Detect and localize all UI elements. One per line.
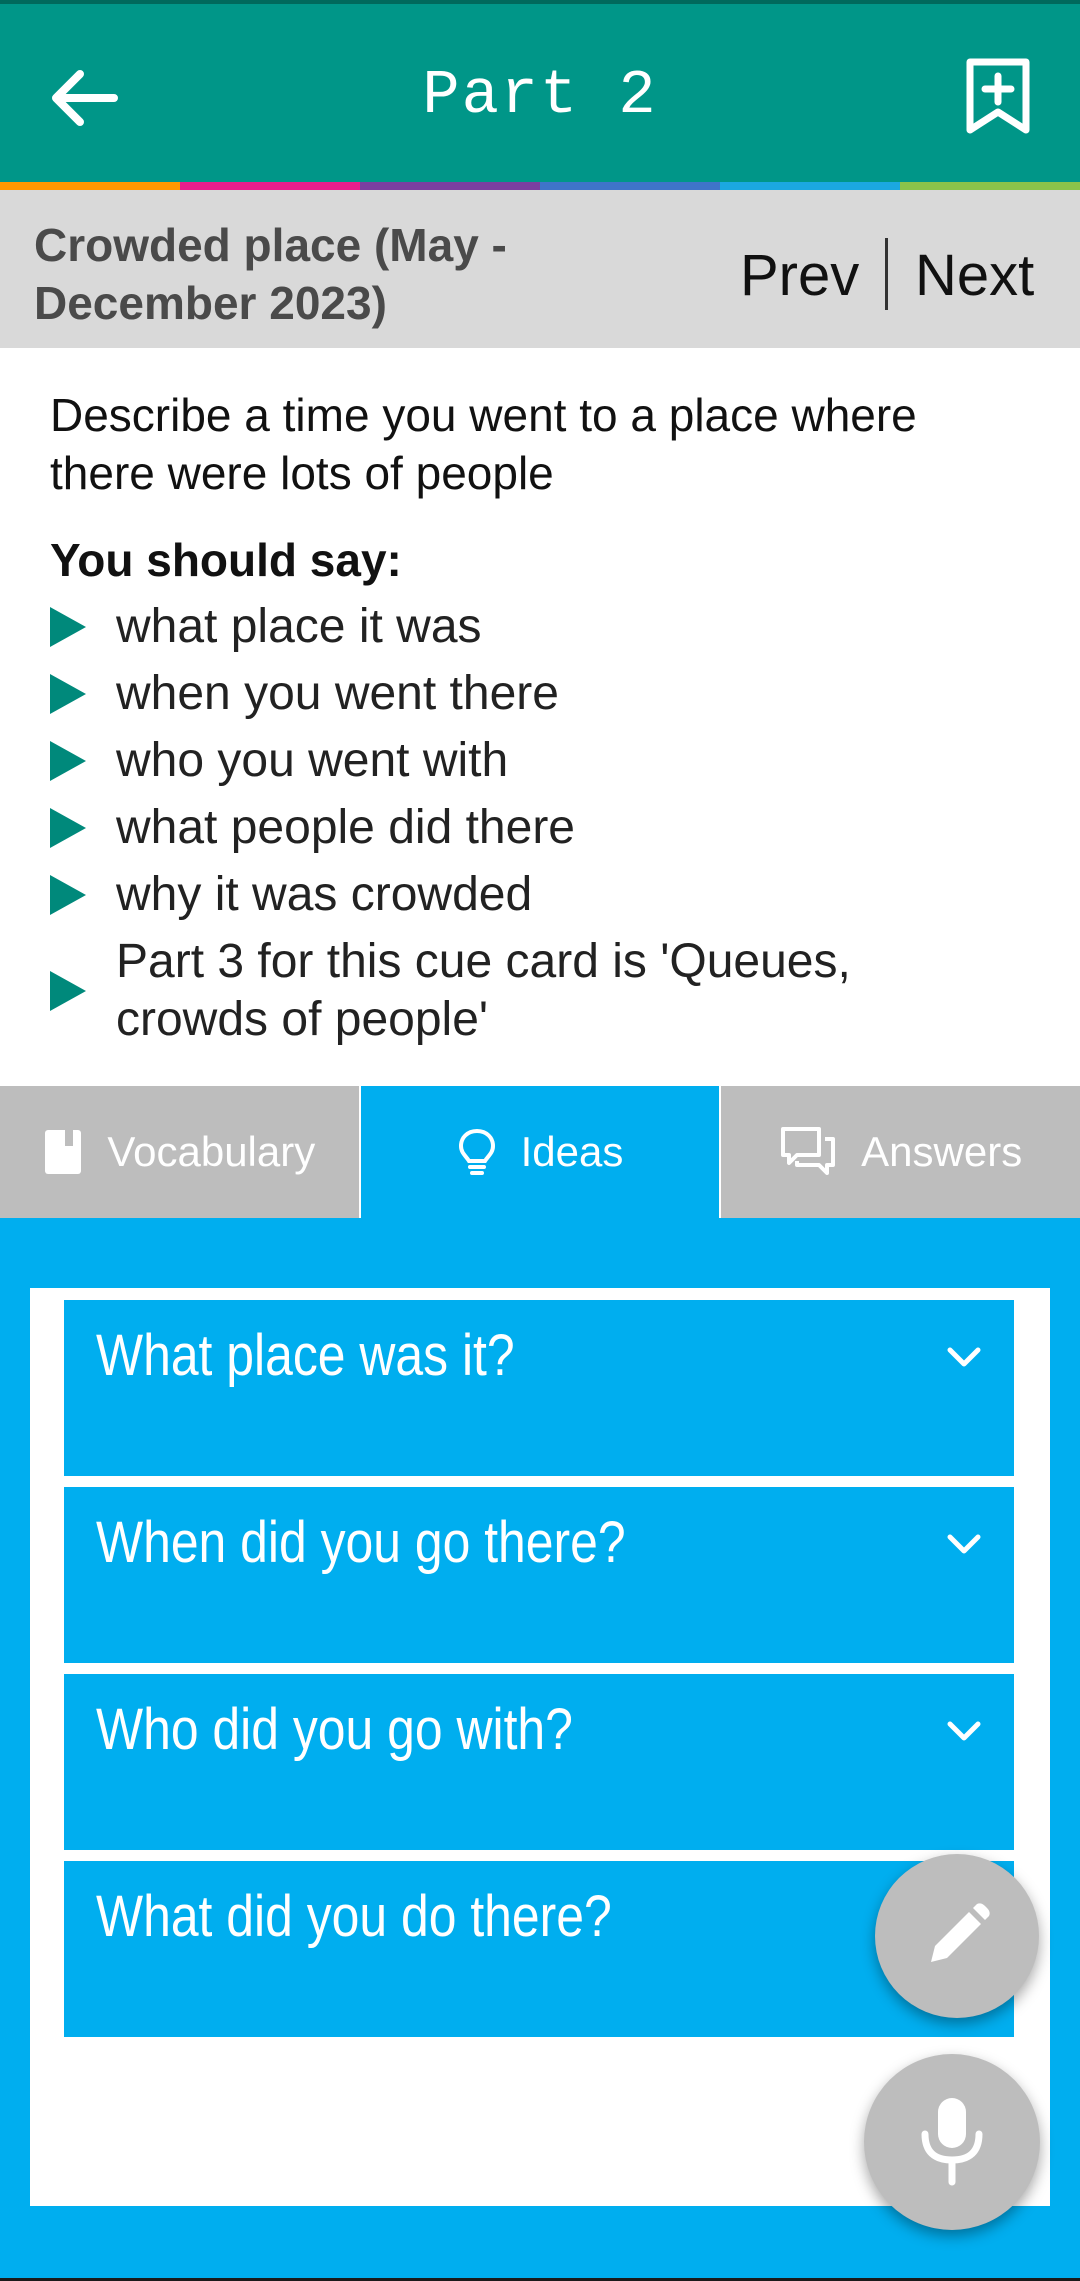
- accordion-question: What did you do there?: [96, 1884, 612, 1949]
- cue-card-prompt: Describe a time you went to a place wher…: [50, 389, 917, 499]
- color-stripe: [0, 182, 1080, 190]
- tab-ideas[interactable]: Ideas: [358, 1086, 720, 1218]
- accordion-item[interactable]: Who did you go with?: [64, 1674, 1014, 1850]
- cue-card: Describe a time you went to a place wher…: [0, 348, 1080, 1086]
- tab-answers[interactable]: Answers: [719, 1086, 1080, 1218]
- microphone-icon: [921, 2098, 983, 2186]
- play-triangle-icon: [50, 607, 86, 647]
- app-bar: Part 2: [0, 0, 1080, 182]
- bookmark-add-icon[interactable]: [964, 56, 1032, 136]
- pencil-icon: [931, 1903, 990, 1962]
- cue-points-list: what place it was when you went there wh…: [50, 598, 1050, 1058]
- page-title: Part 2: [422, 60, 658, 131]
- tab-bar: Vocabulary Ideas Answers: [0, 1086, 1080, 1218]
- accordion-item[interactable]: What place was it?: [64, 1300, 1014, 1476]
- cue-point: Part 3 for this cue card is 'Queues, cro…: [50, 933, 1050, 1049]
- stripe-segment: [360, 182, 540, 190]
- accordion-question: When did you go there?: [96, 1510, 626, 1575]
- play-triangle-icon: [50, 674, 86, 714]
- topic-title: Crowded place (May - December 2023): [34, 219, 507, 329]
- play-triangle-icon: [50, 875, 86, 915]
- cue-point: what people did there: [50, 799, 1050, 857]
- play-triangle-icon: [50, 971, 86, 1011]
- microphone-fab[interactable]: [864, 2054, 1040, 2230]
- play-triangle-icon: [50, 741, 86, 781]
- ideas-panel: What place was it? When did you go there…: [30, 1288, 1050, 2206]
- chevron-down-icon[interactable]: [944, 1529, 984, 1559]
- accordion-item[interactable]: When did you go there?: [64, 1487, 1014, 1663]
- topic-header: Crowded place (May - December 2023) Prev…: [0, 190, 1080, 348]
- accordion-item[interactable]: What did you do there?: [64, 1861, 1014, 2037]
- nav-divider: [885, 238, 888, 310]
- tab-label: Answers: [861, 1128, 1023, 1175]
- cue-point-text: Part 3 for this cue card is 'Queues, cro…: [116, 935, 851, 1046]
- edit-fab[interactable]: [875, 1854, 1039, 2018]
- stripe-segment: [0, 182, 180, 190]
- stripe-segment: [720, 182, 900, 190]
- cue-point-text: what people did there: [116, 801, 575, 854]
- lightbulb-icon: [458, 1128, 495, 1175]
- tab-vocabulary[interactable]: Vocabulary: [0, 1086, 359, 1218]
- play-triangle-icon: [50, 808, 86, 848]
- cue-point-text: what place it was: [116, 600, 482, 653]
- stripe-segment: [900, 182, 1080, 190]
- accordion-question: What place was it?: [96, 1323, 515, 1388]
- cue-point: who you went with: [50, 732, 1050, 790]
- stripe-segment: [540, 182, 720, 190]
- should-say-label: You should say:: [50, 534, 402, 586]
- chevron-down-icon[interactable]: [944, 1716, 984, 1746]
- cue-point: why it was crowded: [50, 866, 1050, 924]
- prev-button[interactable]: Prev: [740, 242, 859, 309]
- tab-label: Ideas: [520, 1128, 624, 1175]
- chevron-down-icon[interactable]: [944, 1342, 984, 1372]
- book-icon: [45, 1130, 82, 1174]
- cue-point: what place it was: [50, 598, 1050, 656]
- cue-point: when you went there: [50, 665, 1050, 723]
- cue-point-text: who you went with: [116, 734, 509, 787]
- chat-bubbles-icon: [781, 1127, 836, 1175]
- cue-point-text: when you went there: [116, 667, 559, 720]
- stripe-segment: [180, 182, 360, 190]
- accordion-question: Who did you go with?: [96, 1697, 573, 1762]
- tab-label: Vocabulary: [107, 1128, 316, 1175]
- cue-point-text: why it was crowded: [116, 868, 533, 921]
- next-button[interactable]: Next: [915, 242, 1034, 309]
